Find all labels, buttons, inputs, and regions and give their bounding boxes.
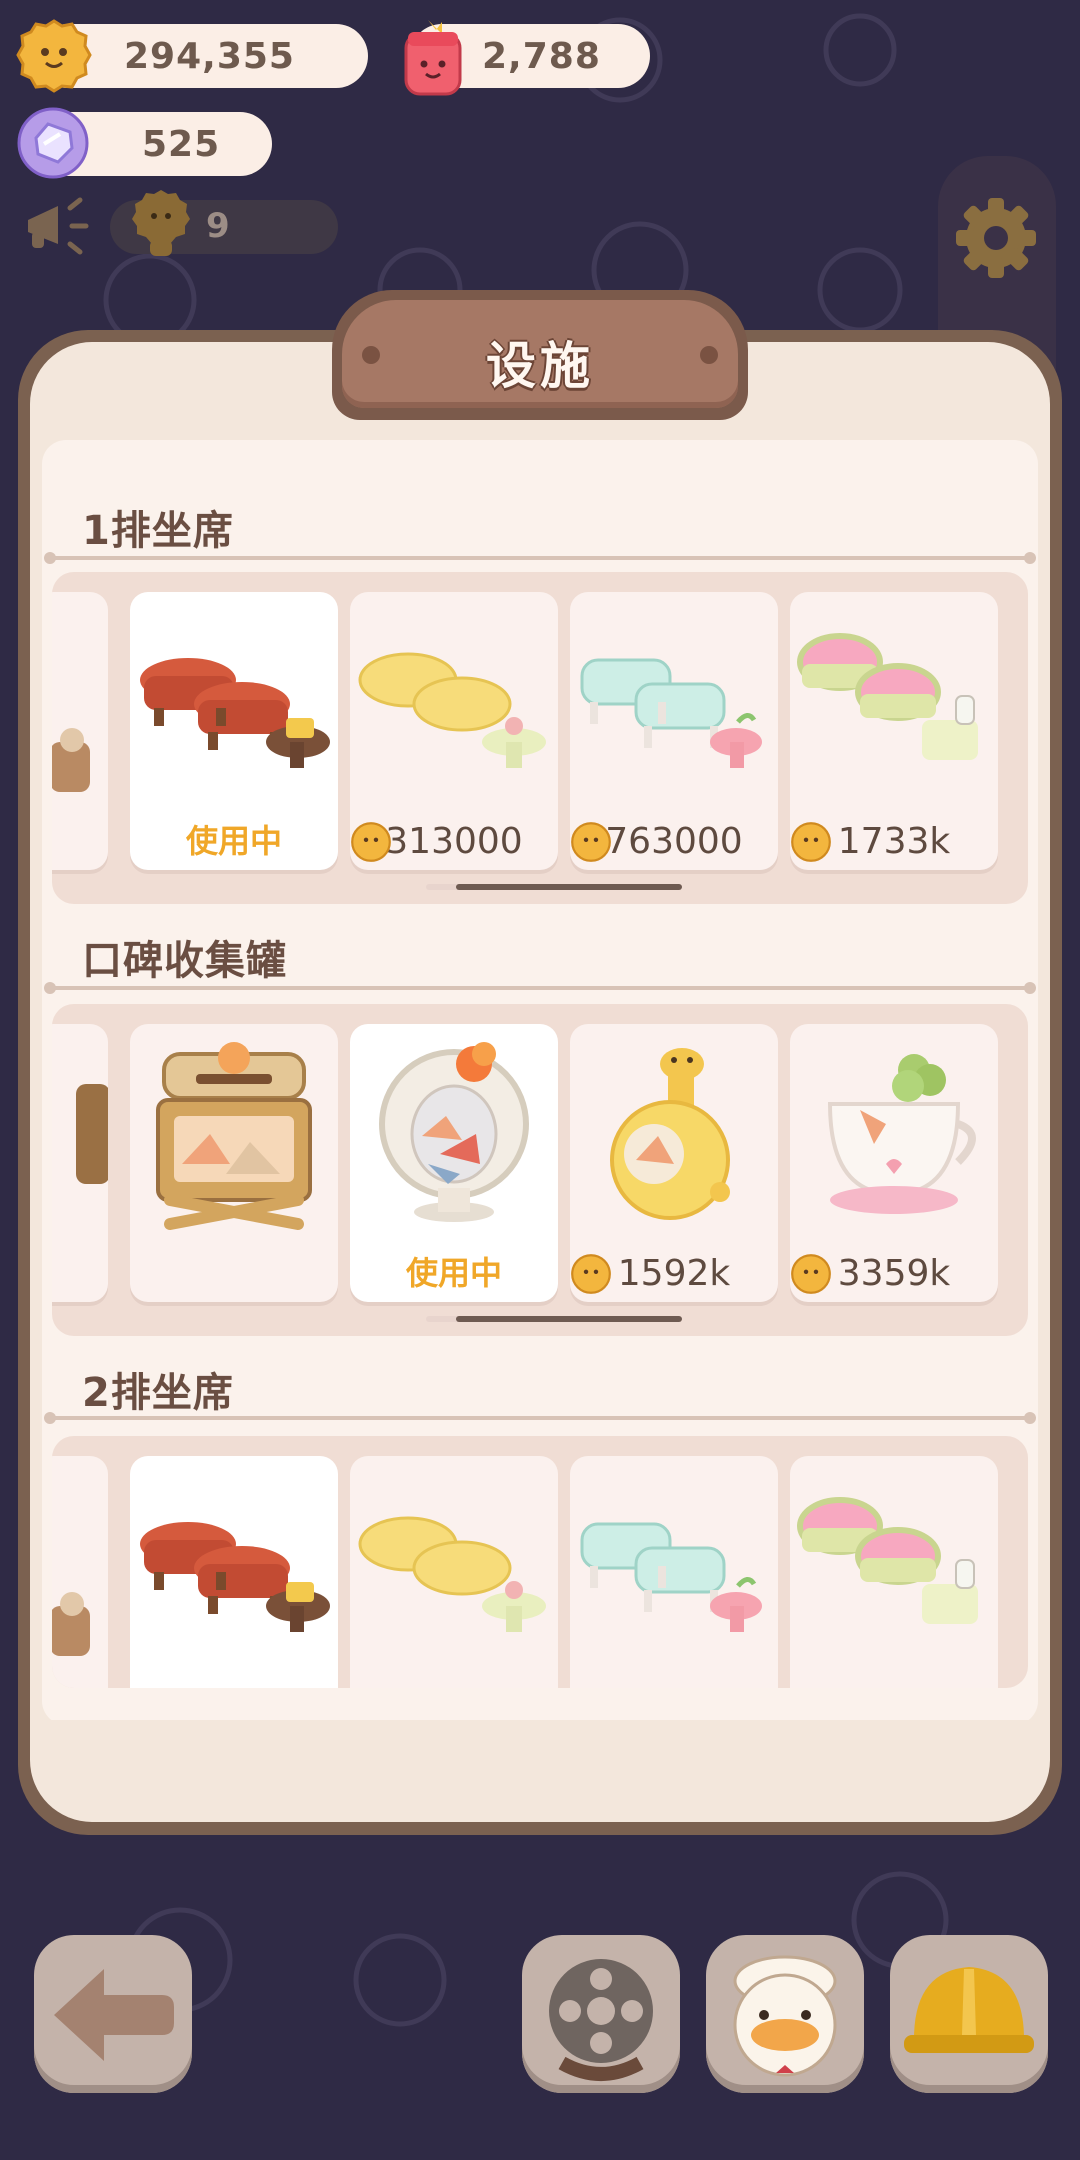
partial-card[interactable] <box>52 592 108 870</box>
jar-preview-image <box>76 1084 108 1184</box>
furniture-card-mint-sofa[interactable] <box>570 1456 778 1688</box>
back-arrow-icon <box>54 1969 174 2061</box>
cookie-coin-icon <box>791 822 831 862</box>
pink-sofa-image <box>797 1497 978 1624</box>
furniture-card-pink-sofa[interactable]: 1733k <box>790 592 998 870</box>
pink-sofa-image <box>797 633 978 760</box>
row1-seats-carousel[interactable]: 使用中 313000 763000 1733k <box>52 572 1028 904</box>
film-button[interactable] <box>522 1935 680 2093</box>
glass-jar-image <box>379 1042 529 1222</box>
furniture-card-wooden-box[interactable] <box>130 1024 338 1302</box>
jam-count: 2,788 <box>482 35 601 77</box>
price-label: 763000 <box>605 821 743 862</box>
jam-jar-icon <box>404 20 462 96</box>
gear-icon[interactable] <box>948 190 1044 286</box>
mint-sofa-image <box>580 658 762 768</box>
yellow-sofa-image <box>358 652 546 768</box>
back-button[interactable] <box>34 1935 192 2093</box>
panel-title: 设施 <box>486 337 594 395</box>
partial-card[interactable] <box>52 1024 108 1302</box>
helper-icon <box>132 190 190 256</box>
price-label: 3359k <box>837 1253 951 1294</box>
row2-seats-carousel[interactable] <box>52 1436 1028 1688</box>
chef-button[interactable] <box>706 1935 864 2093</box>
gem-icon <box>17 107 89 179</box>
section-divider <box>44 982 1036 994</box>
cookie-coin-icon <box>571 1254 611 1294</box>
duck-chef-icon <box>733 1955 837 2077</box>
in-use-label: 使用中 <box>405 1254 502 1292</box>
section-divider <box>44 1412 1036 1424</box>
build-button[interactable] <box>890 1935 1048 2093</box>
red-sofa-image <box>140 1522 330 1632</box>
furniture-card-glass-jar[interactable]: 使用中 <box>350 1024 558 1302</box>
megaphone-icon[interactable] <box>22 190 102 262</box>
section-divider <box>44 552 1036 564</box>
mint-sofa-image <box>580 1522 762 1632</box>
review-jar-carousel[interactable]: 使用中 1592k 3359k <box>52 1004 1028 1336</box>
wooden-box-image <box>156 1042 312 1230</box>
helper-count: 9 <box>206 206 230 246</box>
cookie-coin-icon <box>791 1254 831 1294</box>
gem-count: 525 <box>142 123 221 165</box>
section-title-row1-seats: 1排坐席 <box>82 508 234 554</box>
film-reel-icon <box>549 1959 653 2081</box>
teacup-jar-image <box>827 1054 976 1214</box>
furniture-card-red-sofa[interactable]: 使用中 <box>130 592 338 870</box>
price-label: 313000 <box>385 821 523 862</box>
section-title-review-jar: 口碑收集罐 <box>82 938 287 984</box>
section-title-row2-seats: 2排坐席 <box>82 1370 234 1416</box>
yellow-sofa-image <box>358 1516 546 1632</box>
furniture-card-yellow-sofa[interactable] <box>350 1456 558 1688</box>
price-label: 1592k <box>617 1253 731 1294</box>
price-label: 1733k <box>837 821 951 862</box>
red-sofa-image <box>140 658 330 768</box>
coin-count: 294,355 <box>124 35 295 77</box>
hard-hat-icon <box>904 1967 1034 2053</box>
in-use-label: 使用中 <box>185 822 282 860</box>
cookie-coin-icon <box>571 822 611 862</box>
sofa-preview-image <box>52 728 90 792</box>
furniture-card-yellow-sofa[interactable]: 313000 <box>350 592 558 870</box>
furniture-card-giraffe-jar[interactable]: 1592k <box>570 1024 778 1302</box>
cookie-coin-icon <box>16 19 92 93</box>
furniture-card-pink-sofa[interactable] <box>790 1456 998 1688</box>
giraffe-jar-image <box>610 1048 730 1220</box>
furniture-card-teacup-jar[interactable]: 3359k <box>790 1024 998 1302</box>
partial-card[interactable] <box>52 1456 108 1688</box>
review-jar-scrollbar[interactable] <box>456 1316 682 1322</box>
cookie-coin-icon <box>351 822 391 862</box>
row1-scrollbar[interactable] <box>456 884 682 890</box>
furniture-card-red-sofa[interactable] <box>130 1456 338 1688</box>
furniture-card-mint-sofa[interactable]: 763000 <box>570 592 778 870</box>
sofa-preview-image <box>52 1592 90 1656</box>
